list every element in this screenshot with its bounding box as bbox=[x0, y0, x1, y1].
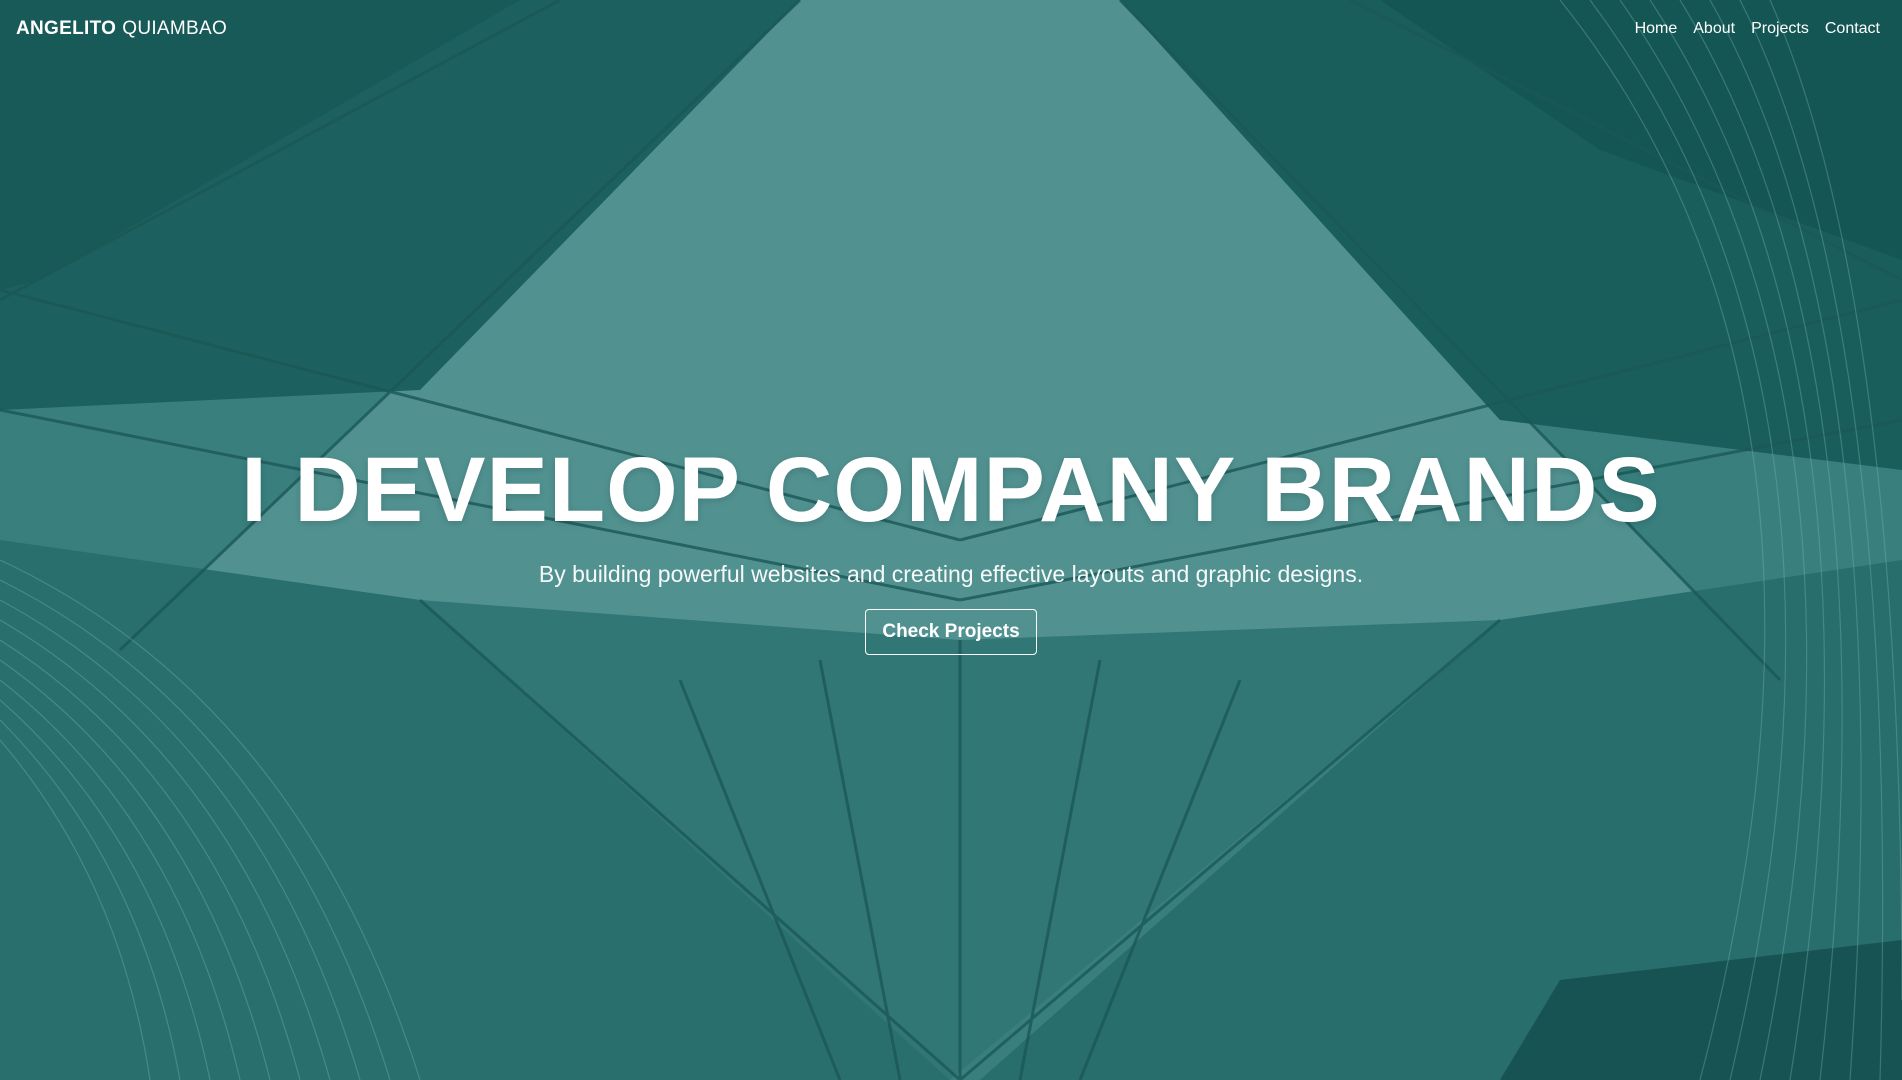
brand-first-name: ANGELITO bbox=[16, 18, 117, 39]
hero-headline: I DEVELOP COMPANY BRANDS bbox=[241, 439, 1661, 541]
hero-subheadline: By building powerful websites and creati… bbox=[538, 561, 1364, 587]
nav-link-about[interactable]: About bbox=[1693, 20, 1735, 38]
brand-logo-link[interactable]: ANGELITO QUIAMBAO bbox=[16, 18, 227, 40]
hero-content: I DEVELOP COMPANY BRANDS By building pow… bbox=[0, 435, 1902, 655]
navbar: ANGELITO QUIAMBAO Home About Projects Con… bbox=[0, 0, 1902, 58]
nav-link-projects[interactable]: Projects bbox=[1751, 20, 1809, 38]
nav-link-contact[interactable]: Contact bbox=[1825, 20, 1880, 38]
hero-section: ANGELITO QUIAMBAO Home About Projects Con… bbox=[0, 0, 1902, 1080]
nav-link-home[interactable]: Home bbox=[1635, 20, 1678, 38]
check-projects-button[interactable]: Check Projects bbox=[865, 609, 1037, 655]
brand-last-name: QUIAMBAO bbox=[122, 18, 228, 39]
nav-links: Home About Projects Contact bbox=[1635, 20, 1880, 38]
